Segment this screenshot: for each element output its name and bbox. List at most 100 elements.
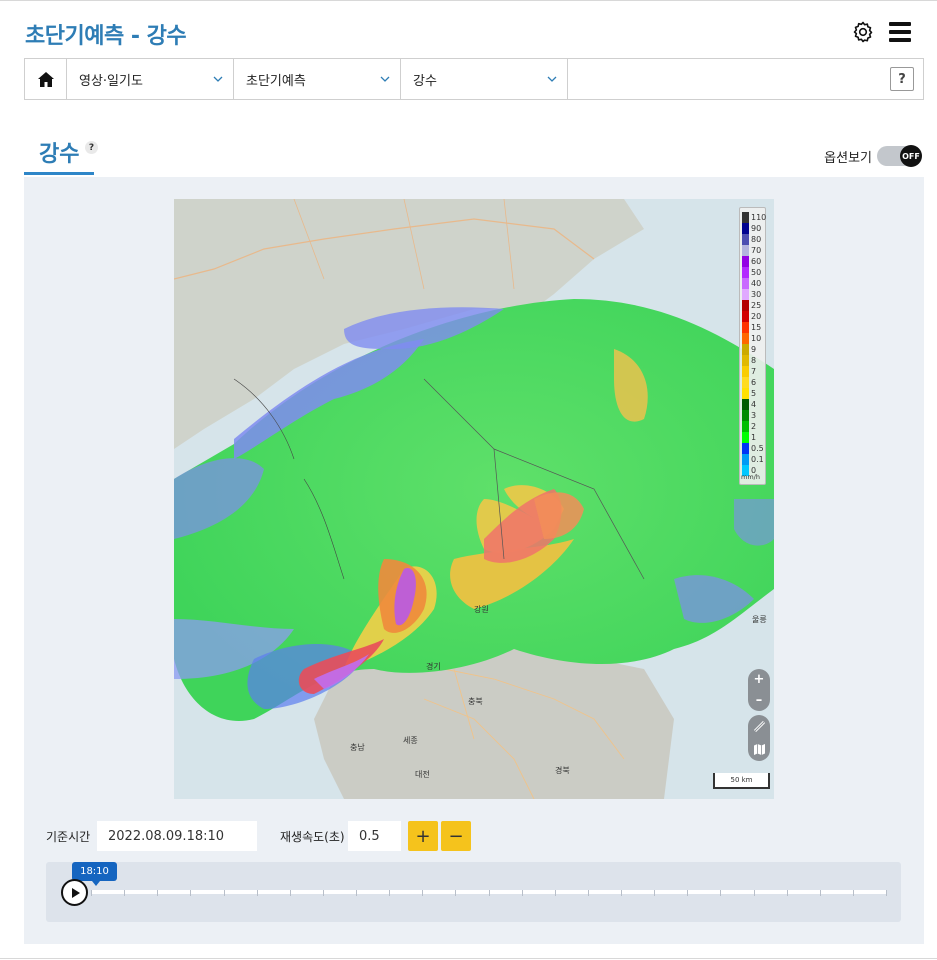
- timeline-slider[interactable]: 18:10: [46, 862, 901, 922]
- header-actions: [851, 20, 911, 44]
- legend-swatch: [742, 344, 749, 355]
- timeline-tick: [588, 890, 589, 896]
- ruler-icon[interactable]: [753, 720, 766, 733]
- legend-value: 10: [751, 334, 762, 343]
- page-title: 초단기예측 - 강수: [25, 24, 187, 49]
- legend-swatch: [742, 377, 749, 388]
- zoom-out-button[interactable]: –: [756, 693, 763, 708]
- zoom-in-button[interactable]: +: [754, 672, 765, 687]
- timeline-tick: [157, 890, 158, 896]
- place-label: 강원: [474, 605, 489, 614]
- legend-item: 20: [742, 311, 761, 322]
- legend-item: 0.1: [742, 454, 764, 465]
- legend-item: 30: [742, 289, 761, 300]
- legend-item: 7: [742, 366, 756, 377]
- nav-select-category[interactable]: 영상·일기도: [67, 59, 234, 99]
- legend-value: 3: [751, 411, 757, 420]
- legend-item: 8: [742, 355, 756, 366]
- base-time-label: 기준시간: [46, 830, 91, 844]
- home-button[interactable]: [25, 59, 67, 99]
- map-icon[interactable]: [753, 743, 766, 756]
- legend-item: 5: [742, 388, 756, 399]
- timeline-tick: [190, 890, 191, 896]
- legend-swatch: [742, 454, 749, 465]
- timeline-tick: [621, 890, 622, 896]
- options-label: 옵션보기: [824, 150, 872, 166]
- speed-plus-button[interactable]: +: [408, 821, 438, 851]
- timeline-tick: [224, 890, 225, 896]
- legend-value: 90: [751, 224, 762, 233]
- legend-swatch: [742, 267, 749, 278]
- help-button[interactable]: ?: [890, 67, 914, 91]
- legend-item: 9: [742, 344, 756, 355]
- current-time-badge: 18:10: [72, 862, 117, 886]
- legend-value: 110: [751, 213, 767, 222]
- legend-swatch: [742, 245, 749, 256]
- place-label: 경기: [426, 662, 441, 671]
- timeline-tick: [422, 890, 423, 896]
- place-label: 대전: [415, 770, 430, 779]
- timeline-tick: [389, 890, 390, 896]
- legend-value: 7: [751, 367, 757, 376]
- tab-precipitation[interactable]: 강수 ?: [24, 132, 98, 175]
- legend-swatch: [742, 432, 749, 443]
- legend-value: 25: [751, 301, 762, 310]
- legend-swatch: [742, 333, 749, 344]
- legend-swatch: [742, 300, 749, 311]
- legend-swatch: [742, 256, 749, 267]
- timeline-tick: [687, 890, 688, 896]
- chevron-down-icon: [213, 76, 223, 82]
- nav-select-element[interactable]: 강수: [401, 59, 568, 99]
- play-icon: [71, 887, 80, 898]
- chevron-down-icon: [547, 76, 557, 82]
- place-label: 경북: [555, 766, 570, 775]
- legend-item: 6: [742, 377, 756, 388]
- timeline-tick: [654, 890, 655, 896]
- speed-minus-button[interactable]: −: [441, 821, 471, 851]
- top-divider: [0, 0, 937, 1]
- legend-item: 40: [742, 278, 761, 289]
- timeline-tick: [853, 890, 854, 896]
- hamburger-menu-icon[interactable]: [889, 21, 911, 43]
- legend-value: 80: [751, 235, 762, 244]
- nav-select-label: 영상·일기도: [79, 73, 143, 89]
- legend-swatch: [742, 223, 749, 234]
- legend-item: 25: [742, 300, 761, 311]
- legend-item: 70: [742, 245, 761, 256]
- timeline-tick: [787, 890, 788, 896]
- zoom-control: + –: [748, 669, 770, 711]
- gear-icon[interactable]: [851, 20, 875, 44]
- base-time-input[interactable]: 2022.08.09.18:10: [97, 821, 257, 851]
- legend-item: 110: [742, 212, 766, 223]
- legend-value: 15: [751, 323, 762, 332]
- timeline-tick: [356, 890, 357, 896]
- speed-input[interactable]: 0.5: [348, 821, 401, 851]
- options-toggle[interactable]: OFF: [877, 145, 922, 167]
- nav-select-product[interactable]: 초단기예측: [234, 59, 401, 99]
- toggle-knob: OFF: [900, 145, 922, 167]
- legend-value: 50: [751, 268, 762, 277]
- radar-map[interactable]: 110 90 80 70 60 50 40 30 25 20 15 10 9 8 7 6 5 4 3 2 1 0.5 0.1…: [174, 199, 774, 799]
- timeline-tick: [820, 890, 821, 896]
- legend-value: 2: [751, 422, 757, 431]
- legend-swatch: [742, 421, 749, 432]
- legend-value: 20: [751, 312, 762, 321]
- timeline-tick: [124, 890, 125, 896]
- scale-bar: 50 km: [713, 773, 770, 789]
- legend-item: 10: [742, 333, 761, 344]
- legend-swatch: [742, 443, 749, 454]
- legend-item: 15: [742, 322, 761, 333]
- legend-item: 50: [742, 267, 761, 278]
- timeline-tick: [257, 890, 258, 896]
- place-label: 울릉: [752, 615, 767, 624]
- timeline-tick: [555, 890, 556, 896]
- legend-value: 40: [751, 279, 762, 288]
- place-label: 세종: [403, 736, 418, 745]
- legend-value: 8: [751, 356, 757, 365]
- legend-swatch: [742, 399, 749, 410]
- timeline-tick: [323, 890, 324, 896]
- play-button[interactable]: [61, 879, 88, 906]
- tab-label: 강수: [39, 142, 80, 167]
- tab-help-icon[interactable]: ?: [85, 141, 98, 154]
- legend-item: 4: [742, 399, 756, 410]
